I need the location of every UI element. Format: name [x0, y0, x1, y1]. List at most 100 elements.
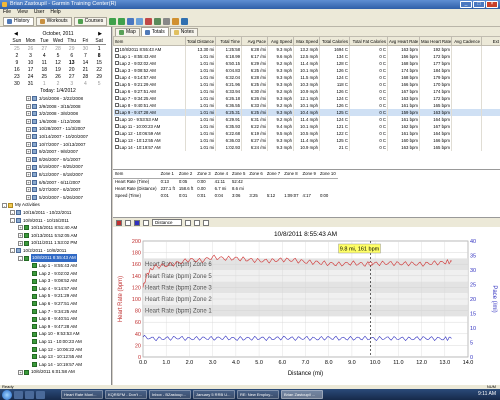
tree-item[interactable]: +3/2/2008 - 3/8/2008 [0, 110, 111, 118]
tree-item[interactable]: +6/5/2007 - 6/11/2007 [0, 179, 111, 187]
taskbar-item[interactable]: Brian Zastoupil ... [281, 390, 323, 399]
tree-item[interactable]: - 10/8/2011 8:55:43 AM [0, 254, 111, 263]
delete-icon[interactable] [145, 17, 153, 25]
calendar-day[interactable]: 30 [10, 81, 24, 87]
lap-checkbox[interactable] [114, 89, 119, 94]
calendar-day[interactable]: 3 [65, 81, 79, 87]
nav-back-icon[interactable] [109, 17, 117, 25]
laps-column-header[interactable]: Ext [481, 36, 500, 46]
tree-item[interactable]: - My Activities [0, 201, 111, 209]
menu-file[interactable]: File [3, 9, 11, 16]
calendar-day[interactable]: 25 [37, 74, 51, 80]
tree-item[interactable]: +10/6/2011 6:01:58 AM [0, 368, 111, 376]
calendar-day[interactable]: 27 [65, 74, 79, 80]
tree-item[interactable]: +8/26/2007 - 9/1/2007 [0, 156, 111, 164]
maximize-button[interactable]: □ [473, 1, 485, 8]
tree-item[interactable]: Lap 6 - 9:27:51 AM [0, 300, 111, 308]
lap-checkbox[interactable] [114, 68, 119, 73]
receive-icon[interactable] [127, 17, 135, 25]
tree-item[interactable]: +10/15/2011 8:51:40 AM [0, 224, 111, 232]
laps-column-header[interactable]: Max Speed [293, 36, 320, 46]
calendar-day[interactable]: 28 [79, 74, 93, 80]
quicklaunch-ie-icon[interactable] [14, 390, 23, 399]
tree-item[interactable]: +10/11/2011 1:53:02 PM [0, 239, 111, 247]
collapse-icon[interactable]: - [10, 248, 15, 254]
lap-row[interactable]: Lap 13 - 10:12:55 AM 1.01 mi 6:36.03 6:27 /… [113, 136, 500, 144]
tree-item[interactable]: +5/20/2007 - 5/26/2007 [0, 194, 111, 202]
lap-row[interactable]: Lap 11 - 10:00:23 AM 1.01 mi 6:35.93 6:22 /… [113, 122, 500, 130]
tab-totals[interactable]: Totals [140, 27, 169, 36]
calendar-day[interactable]: 29 [65, 46, 79, 52]
calendar-day[interactable]: 5 [51, 53, 65, 59]
expand-icon[interactable]: + [18, 225, 23, 231]
collapse-icon[interactable]: - [18, 255, 23, 261]
calendar-day[interactable]: 28 [51, 46, 65, 52]
expand-icon[interactable]: + [26, 195, 31, 201]
lap-row[interactable]: Lap 6 - 9:27:51 AM 1.01 mi 6:33.94 6:30 /mi… [113, 87, 500, 95]
laps-column-header[interactable]: Total Fat Calories [349, 36, 388, 46]
expand-icon[interactable]: + [26, 111, 31, 117]
tab-notes[interactable]: Notes [169, 28, 198, 36]
calendar-day[interactable]: 4 [79, 81, 93, 87]
laps-column-header[interactable]: Avg Pace [241, 36, 268, 46]
calendar-day[interactable]: 26 [51, 74, 65, 80]
tree-item[interactable]: Lap 2 - 9:02:02 AM [0, 270, 111, 278]
calendar-day[interactable]: 2 [51, 81, 65, 87]
properties-icon[interactable] [163, 17, 171, 25]
lap-checkbox[interactable] [114, 131, 119, 136]
new-icon[interactable] [154, 17, 162, 25]
tree-item[interactable]: - 10/9/2011 - 10/15/2011 [0, 217, 111, 225]
calendar-day[interactable]: 19 [51, 67, 65, 73]
minimize-button[interactable]: _ [460, 1, 472, 8]
expand-icon[interactable]: + [18, 369, 23, 375]
lap-row[interactable]: 10/8/2011 8:55:43 AM 13.30 mi 1:25:58 6:28 … [113, 45, 500, 53]
tree-item[interactable]: Lap 13 - 10:12:55 AM [0, 353, 111, 361]
laps-column-header[interactable]: Item [113, 36, 186, 46]
calendar-day[interactable]: 18 [37, 67, 51, 73]
calendar-day[interactable]: 2 [10, 53, 24, 59]
calendar-day[interactable]: 11 [37, 60, 51, 66]
lap-row[interactable]: Lap 1 - 8:55:43 AM 1.01 mi 6:18.99 6:17 /mi… [113, 52, 500, 60]
tree-item[interactable]: +10/28/2007 - 11/3/2007 [0, 125, 111, 133]
tree-item[interactable]: Lap 4 - 9:14:57 AM [0, 285, 111, 293]
collapse-icon[interactable]: - [10, 217, 15, 223]
expand-icon[interactable]: + [26, 119, 31, 125]
calendar-day[interactable]: 14 [79, 60, 93, 66]
taskbar-item[interactable]: KQRSFM - Don't ... [105, 390, 147, 399]
lap-row[interactable]: Lap 12 - 10:06:59 AM 1.01 mi 6:22.68 6:19 /… [113, 129, 500, 137]
calendar-day[interactable]: 1 [92, 46, 106, 52]
tree-item[interactable]: +5/27/2007 - 6/2/2007 [0, 186, 111, 194]
laps-column-header[interactable]: Avg Cadence [451, 36, 482, 46]
laps-column-header[interactable]: Avg Speed [267, 36, 294, 46]
tree-item[interactable]: +10/13/2011 5:52:05 AM [0, 232, 111, 240]
x-axis-select[interactable]: Distance [152, 219, 182, 226]
zoom-out-icon[interactable] [194, 219, 200, 226]
expand-icon[interactable]: + [26, 134, 31, 140]
prev-month-button[interactable]: ◀ [14, 31, 18, 37]
lap-row[interactable]: Lap 3 - 9:08:52 AM 1.01 mi 6:04.83 6:25 /mi… [113, 66, 500, 74]
expand-icon[interactable]: + [26, 96, 31, 102]
calendar-day[interactable]: 9 [10, 60, 24, 66]
lap-row[interactable]: Lap 8 - 9:40:51 AM 1.01 mi 6:36.55 6:33 /mi… [113, 101, 500, 109]
lap-checkbox[interactable] [114, 117, 119, 122]
lap-checkbox[interactable] [114, 82, 119, 87]
calendar-day[interactable]: 27 [37, 46, 51, 52]
heart-rate-color-icon[interactable] [116, 219, 122, 226]
laps-column-header[interactable]: Total Time [215, 36, 242, 46]
calendar-day[interactable]: 1 [37, 81, 51, 87]
tree-item[interactable]: - 10/2/2011 - 10/8/2011 [0, 247, 111, 255]
tree-item[interactable]: Lap 10 - 9:53:53 AM [0, 330, 111, 338]
lap-row[interactable]: Lap 14 - 10:19:57 AM 1.01 mi 1:02.93 6:24 /… [113, 143, 500, 151]
expand-icon[interactable]: + [26, 149, 31, 155]
tree-item[interactable]: +3/9/2008 - 3/15/2008 [0, 103, 111, 111]
calendar-day[interactable]: 25 [10, 46, 24, 52]
expand-icon[interactable]: + [26, 187, 31, 193]
taskbar-item[interactable]: Heart Rate Moni... [61, 390, 103, 399]
courses-button[interactable]: Courses [73, 16, 108, 26]
lap-row[interactable]: Lap 7 - 9:34:25 AM 1.01 mi 6:26.18 6:26 /mi… [113, 94, 500, 102]
calendar-day[interactable]: 5 [92, 81, 106, 87]
zoom-in-icon[interactable] [185, 219, 191, 226]
expand-icon[interactable]: + [18, 240, 23, 246]
expand-icon[interactable]: + [26, 157, 31, 163]
lap-checkbox[interactable] [114, 124, 119, 129]
